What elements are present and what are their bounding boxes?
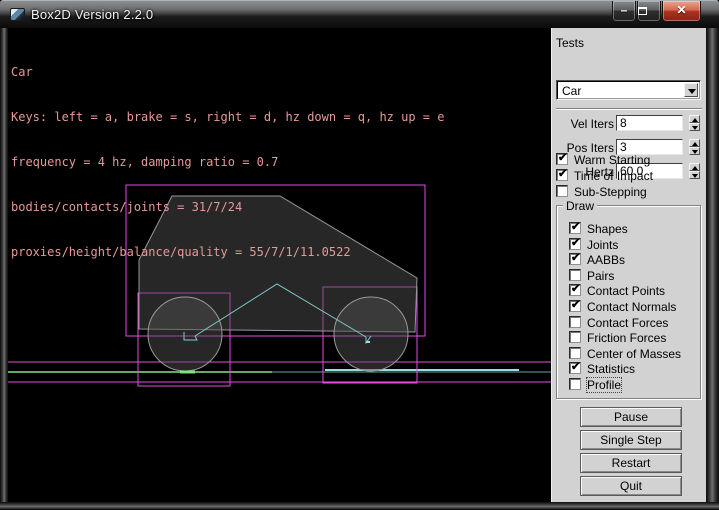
triangle-up-icon — [692, 142, 698, 146]
close-icon: ✕ — [663, 1, 700, 20]
checkbox-label: Center of Masses — [587, 347, 681, 361]
control-panel: Tests Car Vel Iters Pos Iters Hertz — [551, 28, 706, 502]
check-icon: ✔ — [571, 237, 580, 250]
contact-normal-marker — [366, 341, 370, 343]
spinner-up-button[interactable] — [689, 115, 700, 123]
dropdown-arrow-button[interactable] — [684, 83, 698, 97]
checkbox-box: ✔ — [569, 253, 581, 265]
window-border-left — [0, 28, 8, 502]
debug-text-overlay: Car Keys: left = a, brake = s, right = d… — [11, 35, 444, 290]
checkbox-box: ✔ — [569, 238, 581, 250]
draw-group-title: Draw — [563, 199, 597, 213]
spinner-down-button[interactable] — [689, 147, 700, 155]
checkbox-box: ✔ — [556, 185, 568, 197]
checkbox-box: ✔ — [569, 300, 581, 312]
checkbox-label: Shapes — [587, 222, 628, 236]
checkbox-box: ✔ — [556, 153, 568, 165]
overlay-line-bodies: bodies/contacts/joints = 31/7/24 — [11, 200, 444, 215]
tests-label: Tests — [556, 36, 584, 50]
checkbox-label: Joints — [587, 238, 618, 252]
checkbox-box: ✔ — [569, 378, 581, 390]
spinner-down-button[interactable] — [689, 171, 700, 179]
checkbox-label: Contact Forces — [587, 316, 668, 330]
checkbox-label: AABBs — [587, 253, 625, 267]
overlay-line-title: Car — [11, 65, 444, 80]
check-icon: ✔ — [571, 299, 580, 312]
minimize-icon: – — [613, 1, 635, 20]
triangle-up-icon — [692, 166, 698, 170]
simulation-canvas[interactable]: Car Keys: left = a, brake = s, right = d… — [8, 28, 551, 502]
checkbox-box: ✔ — [569, 222, 581, 234]
checkbox-label: Friction Forces — [587, 331, 666, 345]
window-border-right — [706, 28, 719, 502]
checkbox-label: Pairs — [587, 269, 614, 283]
check-icon: ✔ — [558, 168, 567, 181]
single-step-button[interactable]: Single Step — [580, 430, 682, 450]
tests-dropdown[interactable]: Car — [556, 80, 701, 100]
maximize-button[interactable] — [637, 1, 661, 22]
chevron-down-icon — [688, 89, 696, 94]
app-window: Box2D Version 2.2.0 – ✕ — [0, 0, 719, 510]
pos-iters-spinner — [689, 139, 700, 155]
quit-button[interactable]: Quit — [580, 476, 682, 496]
triangle-up-icon — [692, 118, 698, 122]
hertz-spinner — [689, 163, 700, 179]
minimize-button[interactable]: – — [612, 1, 636, 22]
app-icon — [10, 8, 25, 21]
checkbox-label: Sub-Stepping — [574, 185, 647, 199]
triangle-down-icon — [692, 174, 698, 178]
overlay-line-proxies: proxies/height/balance/quality = 55/7/1/… — [11, 245, 444, 260]
checkbox-box: ✔ — [569, 331, 581, 343]
overlay-line-keys: Keys: left = a, brake = s, right = d, hz… — [11, 110, 444, 125]
close-button[interactable]: ✕ — [662, 1, 701, 22]
left-wheel-shape[interactable] — [148, 297, 222, 371]
spinner-down-button[interactable] — [689, 123, 700, 131]
checkbox-label: Profile — [587, 378, 621, 392]
triangle-down-icon — [692, 126, 698, 130]
checkbox-box: ✔ — [569, 316, 581, 328]
vel-iters-input[interactable] — [616, 115, 683, 131]
window-border-bottom — [0, 502, 719, 510]
checkbox-label: Statistics — [587, 362, 635, 376]
checkbox-label: Contact Points — [587, 284, 665, 298]
check-icon: ✔ — [571, 361, 580, 374]
tests-selected-value: Car — [562, 84, 581, 98]
separator — [556, 108, 702, 110]
spinner-up-button[interactable] — [689, 163, 700, 171]
checkbox-label: Time of Impact — [574, 169, 653, 183]
checkbox-label: Warm Starting — [574, 153, 650, 167]
triangle-down-icon — [692, 150, 698, 154]
checkbox-box: ✔ — [556, 169, 568, 181]
overlay-line-frequency: frequency = 4 hz, damping ratio = 0.7 — [11, 155, 444, 170]
spinner-up-button[interactable] — [689, 139, 700, 147]
check-icon: ✔ — [571, 283, 580, 296]
window-title: Box2D Version 2.2.0 — [31, 7, 153, 22]
checkbox-box: ✔ — [569, 284, 581, 296]
checkbox-box: ✔ — [569, 269, 581, 281]
maximize-icon — [638, 7, 647, 15]
vel-iters-spinner — [689, 115, 700, 131]
check-icon: ✔ — [558, 152, 567, 165]
check-icon: ✔ — [571, 252, 580, 265]
vel-iters-row: Vel Iters — [552, 115, 707, 132]
checkbox-box: ✔ — [569, 362, 581, 374]
pause-button[interactable]: Pause — [580, 407, 682, 427]
right-wheel-shape[interactable] — [334, 297, 408, 371]
checkbox-label: Contact Normals — [587, 300, 676, 314]
check-icon: ✔ — [571, 221, 580, 234]
restart-button[interactable]: Restart — [580, 453, 682, 473]
window-titlebar: Box2D Version 2.2.0 – ✕ — [0, 0, 719, 28]
checkbox-box: ✔ — [569, 347, 581, 359]
vel-iters-label: Vel Iters — [556, 117, 614, 131]
